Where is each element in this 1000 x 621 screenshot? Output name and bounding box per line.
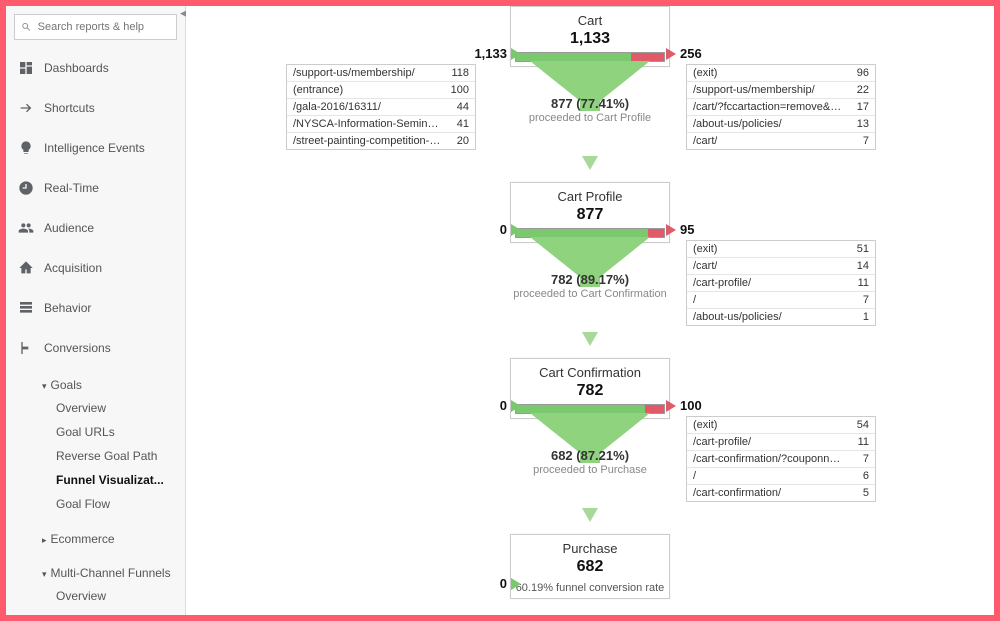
stage-purchase: Purchase 682 60.19% funnel conversion ra… xyxy=(510,534,670,599)
stage-count: 1,133 xyxy=(515,30,665,48)
dashboards-icon xyxy=(16,60,36,76)
in-count-purchase: 0 xyxy=(461,576,521,591)
nav-label: Dashboards xyxy=(44,61,109,75)
funnel-label-2: 782 (89.17%) proceeded to Cart Confirmat… xyxy=(490,272,690,300)
in-count-cart: 1,133 xyxy=(461,46,521,61)
subnav-mcf[interactable]: ▾Multi-Channel Funnels xyxy=(42,562,185,584)
out-table-cart[interactable]: (exit)96 /support-us/membership/22 /cart… xyxy=(686,64,876,150)
subnav-conversions: ▾Goals Overview Goal URLs Reverse Goal P… xyxy=(6,368,185,615)
nav-intelligence[interactable]: Intelligence Events xyxy=(6,128,185,168)
nav-label: Acquisition xyxy=(44,261,102,275)
shortcuts-icon xyxy=(16,100,36,116)
out-table-confirmation[interactable]: (exit)54 /cart-profile/11 /cart-confirma… xyxy=(686,416,876,502)
subnav-reverse-goal-path[interactable]: Reverse Goal Path xyxy=(42,444,185,468)
funnel-label-3: 682 (87.21%) proceeded to Purchase xyxy=(490,448,690,476)
nav-label: Conversions xyxy=(44,341,111,355)
in-count-confirmation: 0 xyxy=(461,398,521,413)
arrow-out-icon xyxy=(666,400,676,412)
subnav-goal-urls[interactable]: Goal URLs xyxy=(42,420,185,444)
down-arrow-icon xyxy=(582,156,598,170)
nav-shortcuts[interactable]: Shortcuts xyxy=(6,88,185,128)
arrow-out-icon xyxy=(666,48,676,60)
subnav-funnel-visualization[interactable]: Funnel Visualizat... xyxy=(42,468,185,492)
stage-title: Purchase xyxy=(515,541,665,556)
stage-cart-profile: Cart Profile 877 xyxy=(510,182,670,243)
stage-cart-confirmation: Cart Confirmation 782 xyxy=(510,358,670,419)
funnel-label-1: 877 (77.41%) proceeded to Cart Profile xyxy=(490,96,690,124)
stage-count: 782 xyxy=(515,382,665,400)
arrow-in-icon xyxy=(511,400,521,412)
stage-title: Cart xyxy=(515,13,665,28)
nav-acquisition[interactable]: Acquisition xyxy=(6,248,185,288)
out-count-profile: 95 xyxy=(666,222,694,237)
bulb-icon xyxy=(16,140,36,156)
acquisition-icon xyxy=(16,260,36,276)
nav-behavior[interactable]: Behavior xyxy=(6,288,185,328)
nav-label: Intelligence Events xyxy=(44,141,145,155)
sidebar: Dashboards Shortcuts Intelligence Events… xyxy=(6,6,186,615)
subnav-goal-flow[interactable]: Goal Flow xyxy=(42,492,185,516)
nav-conversions[interactable]: Conversions xyxy=(6,328,185,368)
in-table-cart[interactable]: /support-us/membership/118 (entrance)100… xyxy=(286,64,476,150)
nav-label: Real-Time xyxy=(44,181,99,195)
out-count-cart: 256 xyxy=(666,46,702,61)
down-arrow-icon xyxy=(582,508,598,522)
behavior-icon xyxy=(16,300,36,316)
arrow-in-icon xyxy=(511,224,521,236)
stage-count: 877 xyxy=(515,206,665,224)
nav-dashboards[interactable]: Dashboards xyxy=(6,48,185,88)
final-conversion-rate: 60.19% funnel conversion rate xyxy=(515,582,665,594)
subnav-mcf-assisted[interactable]: Assisted Conversi... xyxy=(42,608,185,615)
nav-audience[interactable]: Audience xyxy=(6,208,185,248)
out-count-confirmation: 100 xyxy=(666,398,702,413)
nav-label: Audience xyxy=(44,221,94,235)
nav-label: Behavior xyxy=(44,301,91,315)
search-box[interactable] xyxy=(14,14,177,40)
in-count-profile: 0 xyxy=(461,222,521,237)
subnav-overview[interactable]: Overview xyxy=(42,396,185,420)
audience-icon xyxy=(16,220,36,236)
arrow-out-icon xyxy=(666,224,676,236)
main-canvas: Cart 1,133 1,133 256 /support-us/members… xyxy=(186,6,994,615)
subnav-ecommerce[interactable]: ▸Ecommerce xyxy=(42,528,185,550)
arrow-in-icon xyxy=(511,48,521,60)
stage-cart: Cart 1,133 xyxy=(510,6,670,67)
out-table-profile[interactable]: (exit)51 /cart/14 /cart-profile/11 /7 /a… xyxy=(686,240,876,326)
stage-title: Cart Profile xyxy=(515,189,665,204)
arrow-in-icon xyxy=(511,578,521,590)
down-arrow-icon xyxy=(582,332,598,346)
stage-title: Cart Confirmation xyxy=(515,365,665,380)
clock-icon xyxy=(16,180,36,196)
search-input[interactable] xyxy=(38,21,170,33)
subnav-mcf-overview[interactable]: Overview xyxy=(42,584,185,608)
subnav-goals[interactable]: ▾Goals xyxy=(42,374,185,396)
flag-icon xyxy=(16,340,36,356)
search-icon xyxy=(21,21,32,33)
nav-realtime[interactable]: Real-Time xyxy=(6,168,185,208)
nav-label: Shortcuts xyxy=(44,101,95,115)
stage-count: 682 xyxy=(515,558,665,576)
